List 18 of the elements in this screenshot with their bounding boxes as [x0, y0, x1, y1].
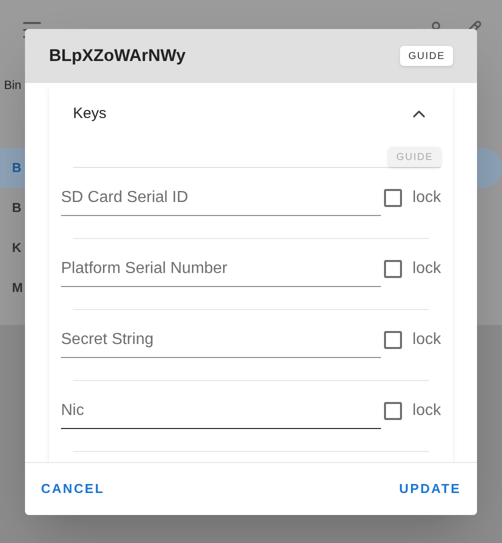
section-title: Keys: [73, 104, 106, 124]
guide-button[interactable]: GUIDE: [400, 46, 453, 66]
checkbox[interactable]: [384, 331, 402, 349]
search-label: Bin: [4, 77, 22, 94]
cancel-button[interactable]: CANCEL: [41, 479, 105, 499]
update-button[interactable]: UPDATE: [399, 479, 461, 499]
checkbox-label: lock: [412, 188, 441, 208]
text-field[interactable]: Platform Serial Number: [61, 251, 381, 287]
checkbox-label: lock: [412, 259, 441, 279]
dialog-title: BLpXZoWArNWy: [49, 45, 186, 68]
checkbox[interactable]: [384, 402, 402, 420]
text-field[interactable]: Secret String: [61, 322, 381, 358]
checkbox[interactable]: [384, 260, 402, 278]
text-field[interactable]: SD Card Serial ID: [61, 180, 381, 216]
checkbox-label: lock: [412, 330, 441, 350]
checkbox-label: lock: [412, 401, 441, 421]
checkbox[interactable]: [384, 189, 402, 207]
text-field[interactable]: Nic: [61, 393, 381, 429]
